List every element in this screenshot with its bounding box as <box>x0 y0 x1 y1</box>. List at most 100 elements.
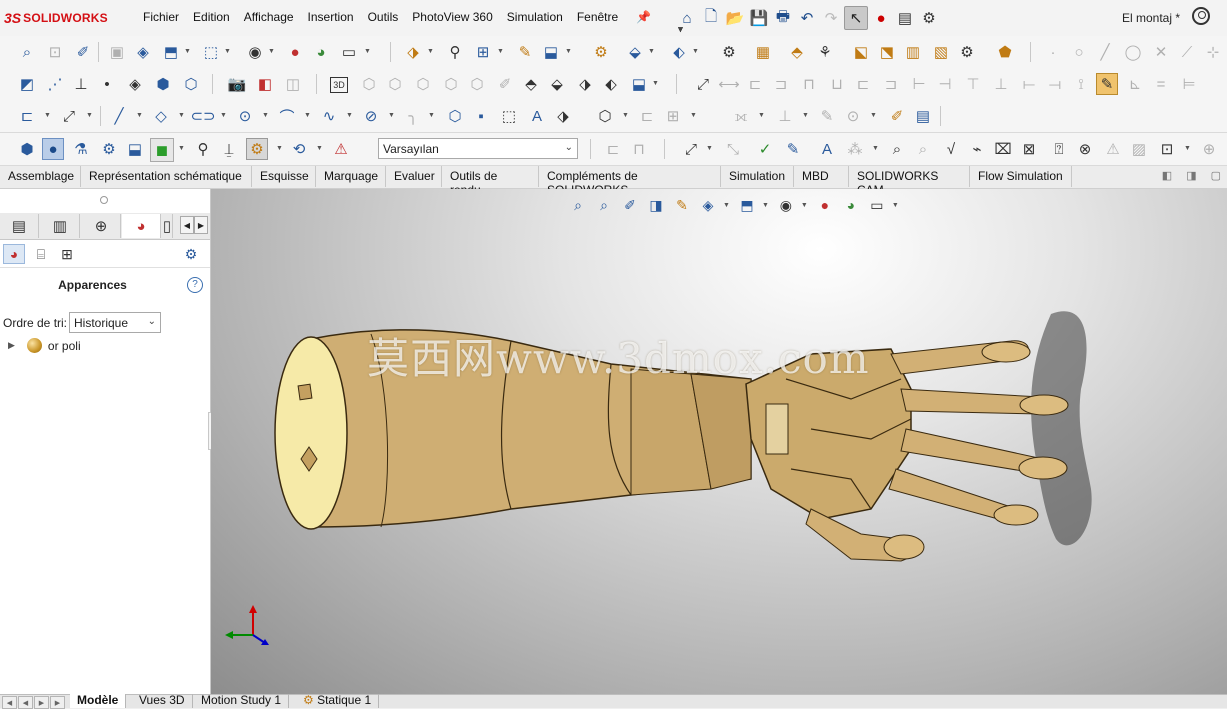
sketch-ruler-icon[interactable]: ⬟ <box>994 41 1016 63</box>
perpendicular-icon[interactable]: ⊾ <box>1124 73 1146 95</box>
location-dimension-icon[interactable]: ⬡ <box>412 73 434 95</box>
tab-vues-3d[interactable]: Vues 3D <box>132 694 193 708</box>
coradial-icon[interactable]: ⟟ <box>1070 73 1092 95</box>
spell-check-icon[interactable]: ✓ <box>754 138 776 160</box>
interference-icon[interactable]: ⚙ <box>246 138 268 160</box>
fully-define-icon[interactable]: ⊤ <box>962 73 984 95</box>
chevron-down-icon[interactable]: ▼ <box>262 112 269 119</box>
tab-outils-de-rendu[interactable]: Outils de rendu <box>442 166 539 197</box>
chevron-down-icon[interactable]: ▼ <box>690 112 697 119</box>
undo-icon[interactable]: ↶ <box>796 7 818 29</box>
chevron-down-icon[interactable]: ▼ <box>758 112 765 119</box>
apply-scene-icon[interactable]: ◕ <box>310 41 332 63</box>
chevron-down-icon[interactable]: ▼ <box>44 112 51 119</box>
fillet-sketch-icon[interactable]: ╮ <box>402 105 424 127</box>
appearances-subtab-icon[interactable]: ◕ <box>3 244 25 264</box>
chevron-down-icon[interactable]: ▼ <box>692 48 699 55</box>
chevron-down-icon[interactable]: ▼ <box>870 112 877 119</box>
sort-order-select[interactable]: Historique ⌄ <box>69 312 161 333</box>
smart-dim-annotation-icon[interactable]: ⤢ <box>680 138 702 160</box>
tab-esquisse[interactable]: Esquisse <box>252 166 316 187</box>
center-of-mass-icon[interactable]: ◈ <box>124 73 146 95</box>
scene-lights-subtab-icon[interactable]: ⊞ <box>56 244 78 264</box>
panel-grip-icon[interactable] <box>100 196 108 204</box>
rendering-icon[interactable]: ⬢ <box>16 138 38 160</box>
plane-sketch-icon[interactable]: ⬗ <box>552 105 574 127</box>
view-setting-eye-icon[interactable]: ◉ <box>244 41 266 63</box>
equal-icon[interactable]: = <box>1150 73 1172 95</box>
blocks-icon[interactable]: ⊡ <box>1156 138 1178 160</box>
center-mark-icon[interactable]: ⊕ <box>1198 138 1220 160</box>
scene-icon[interactable]: ⬓ <box>124 138 146 160</box>
user-account-icon[interactable] <box>1192 7 1210 25</box>
surface-finish-icon[interactable]: ⬘ <box>520 73 542 95</box>
update-speedpak-icon[interactable]: ⬕ <box>850 41 872 63</box>
chevron-down-icon[interactable]: ▼ <box>427 48 434 55</box>
edit-appearance-icon[interactable]: ● <box>284 41 306 63</box>
display-state-color-icon[interactable]: ◼ <box>150 138 174 162</box>
line-icon[interactable]: ╱ <box>1094 41 1116 63</box>
tab-solidworks-cam[interactable]: SOLIDWORKS CAM <box>849 166 970 197</box>
area-hatch-icon[interactable]: ▨ <box>1128 138 1150 160</box>
tab-complements-solidworks[interactable]: Compléments de SOLIDWORKS <box>539 166 721 197</box>
geometric-tolerance-symbol-icon[interactable]: ⊠ <box>1018 138 1040 160</box>
hole-callout-icon[interactable]: ⌧ <box>992 138 1014 160</box>
options-gear-icon[interactable]: ⚙ <box>918 7 940 29</box>
menu-fenetre[interactable]: Fenêtre <box>570 10 625 24</box>
chamfer-dimension-icon[interactable]: ⊔ <box>826 73 848 95</box>
prev-tab-icon[interactable]: ◀ <box>18 696 33 709</box>
auto-dimension-icon[interactable]: ⤡ <box>722 138 744 160</box>
chevron-down-icon[interactable]: ▼ <box>346 112 353 119</box>
select-pointer-icon[interactable]: ↖ <box>844 6 868 30</box>
mirror-icon[interactable]: ⊹ <box>1202 41 1224 63</box>
expand-panel-icon[interactable]: ◨ <box>1186 169 1196 182</box>
file-properties-icon[interactable]: ▤ <box>894 7 916 29</box>
expand-arrow-icon[interactable]: ▶ <box>8 340 15 351</box>
property-manager-tab-icon[interactable]: ▥ <box>41 214 80 238</box>
axis-icon[interactable]: ⋰ <box>44 73 66 95</box>
more-tabs-icon[interactable]: ▯ <box>162 214 173 238</box>
coordinate-system-icon[interactable]: ⊥ <box>70 73 92 95</box>
maximize-panel-icon[interactable]: ▢ <box>1211 169 1221 182</box>
section-view-icon[interactable]: ▣ <box>106 41 128 63</box>
help-icon[interactable]: ? <box>187 277 203 293</box>
3d-view-icon[interactable]: 3D <box>330 77 348 93</box>
edit-appearance-2-icon[interactable]: ◧ <box>254 73 276 95</box>
reference-geometry-icon[interactable]: ⬖ <box>668 41 690 63</box>
smart-dimension-icon[interactable]: ⤢ <box>692 73 714 95</box>
circle-icon[interactable]: ○ <box>1068 41 1090 63</box>
polygon-sketch-icon[interactable]: ⬡ <box>444 105 466 127</box>
display-settings-icon[interactable]: ⚙ <box>180 244 202 264</box>
annotation-text-icon[interactable]: A <box>816 138 838 160</box>
chevron-down-icon[interactable]: ▼ <box>316 145 323 152</box>
sketch-mode-active-icon[interactable]: ✎ <box>1096 73 1118 95</box>
chevron-down-icon[interactable]: ▼ <box>136 112 143 119</box>
sketch-point-icon[interactable]: ▪ <box>470 105 492 127</box>
chevron-down-icon[interactable]: ▼ <box>304 112 311 119</box>
scroll-right-icon[interactable]: ▶ <box>194 216 208 234</box>
auto-balloon-icon[interactable]: ⌕ <box>886 138 908 160</box>
display-relations-icon[interactable]: ⊣ <box>934 73 956 95</box>
menu-affichage[interactable]: Affichage <box>237 10 301 24</box>
menu-fichier[interactable]: Fichier <box>136 10 186 24</box>
view-settings-monitor-icon[interactable]: ▭ <box>338 41 360 63</box>
view-orientation-icon[interactable]: ◈ <box>132 41 154 63</box>
step-icon[interactable]: ⊏ <box>602 138 624 160</box>
chevron-down-icon[interactable]: ▼ <box>802 112 809 119</box>
vertical-dimension-icon[interactable]: ⊏ <box>744 73 766 95</box>
arc-icon[interactable]: ⌒ <box>276 105 298 127</box>
decal-icon[interactable]: ⚗ <box>70 138 92 160</box>
move-entities-icon[interactable]: ⊥ <box>774 105 796 127</box>
lights-icon[interactable]: ⚙ <box>98 138 120 160</box>
first-tab-icon[interactable]: ◀ <box>2 696 17 709</box>
construction-line-icon[interactable]: ⟋ <box>1176 41 1198 63</box>
slot-icon[interactable]: ⊂⊃ <box>190 105 215 127</box>
feature-tree-tab-icon[interactable]: ▤ <box>0 214 39 238</box>
move-component-icon[interactable]: ⬓ <box>540 41 562 63</box>
baseline-dimension-icon[interactable]: ⊐ <box>770 73 792 95</box>
tab-modele[interactable]: Modèle <box>70 694 127 708</box>
lamp-icon[interactable]: ⚲ <box>192 138 214 160</box>
chevron-down-icon[interactable]: ▼ <box>220 112 227 119</box>
configuration-manager-tab-icon[interactable]: ⊕ <box>82 214 121 238</box>
pulse-icon[interactable]: ⊓ <box>628 138 650 160</box>
